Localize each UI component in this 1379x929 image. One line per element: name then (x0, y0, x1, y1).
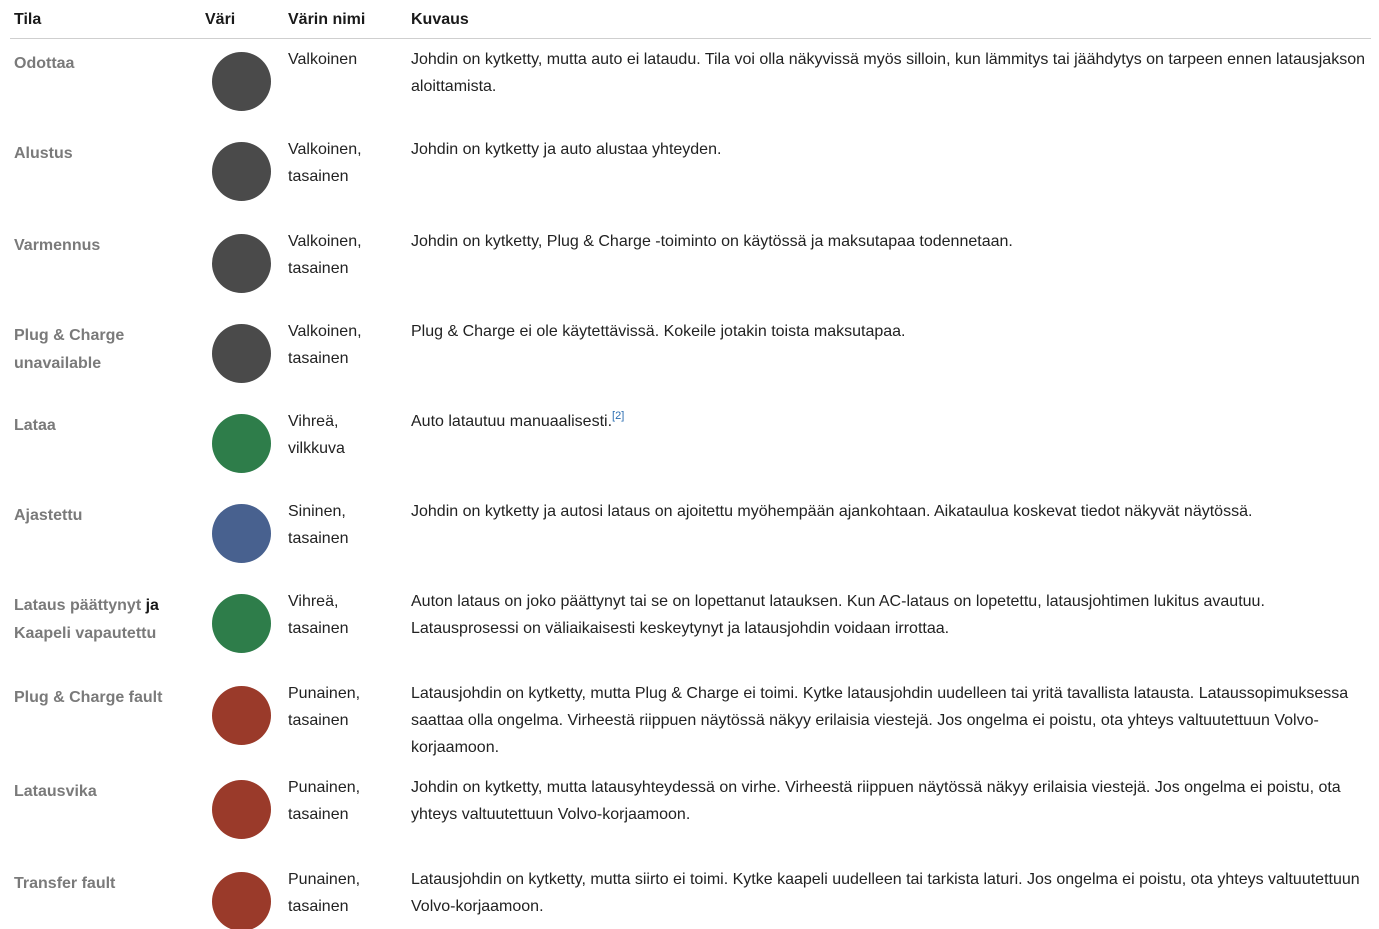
description: Latausjohdin on kytketty, mutta siirto e… (411, 871, 1360, 915)
table-header: Tila Väri Värin nimi Kuvaus (10, 0, 1371, 39)
state-label: Varmennus (14, 237, 101, 254)
table-row: Lataa Vihreä, vilkkuva Auto latautuu man… (10, 400, 1371, 490)
table-row: Varmennus Valkoinen, tasainen Johdin on … (10, 220, 1371, 310)
state-label: Odottaa (14, 55, 75, 72)
table-row: Odottaa Valkoinen Johdin on kytketty, mu… (10, 38, 1371, 128)
state-label: Lataus päättynyt ja Kaapeli vapautettu (14, 597, 159, 642)
footnote-link[interactable]: [2] (612, 410, 624, 422)
status-light-green (212, 414, 271, 473)
color-name: Vihreä, tasainen (288, 593, 349, 637)
color-name: Valkoinen, tasainen (288, 233, 362, 277)
status-light-red (212, 686, 271, 745)
header-state: Tila (14, 11, 42, 28)
description: Johdin on kytketty, Plug & Charge -toimi… (411, 233, 1013, 250)
status-light-red (212, 780, 271, 839)
description: Latausjohdin on kytketty, mutta Plug & C… (411, 685, 1349, 756)
status-light-blue (212, 504, 271, 563)
status-light-gray (212, 324, 271, 383)
table-row: Alustus Valkoinen, tasainen Johdin on ky… (10, 128, 1371, 220)
header-color-name: Värin nimi (288, 11, 366, 28)
state-label: Transfer fault (14, 875, 116, 892)
status-light-gray (212, 142, 271, 201)
table-row: Plug & Charge fault Punainen, tasainen L… (10, 672, 1371, 766)
color-name: Valkoinen, tasainen (288, 323, 362, 367)
description: Auto latautuu manuaalisesti.[2] (411, 410, 625, 431)
charging-status-table: Tila Väri Värin nimi Kuvaus Odottaa Valk… (10, 0, 1371, 929)
state-label: Alustus (14, 145, 73, 162)
description: Auton lataus on joko päättynyt tai se on… (411, 593, 1265, 637)
state-label: Latausvika (14, 783, 97, 800)
table-row: Latausvika Punainen, tasainen Johdin on … (10, 766, 1371, 858)
description: Johdin on kytketty ja auto alustaa yhtey… (411, 141, 722, 158)
description: Johdin on kytketty, mutta latausyhteydes… (411, 779, 1341, 823)
header-color: Väri (205, 11, 236, 28)
table-row: Plug & Charge unavailable Valkoinen, tas… (10, 310, 1371, 400)
description: Plug & Charge ei ole käytettävissä. Koke… (411, 323, 906, 340)
color-name: Vihreä, vilkkuva (288, 413, 345, 457)
description: Johdin on kytketty, mutta auto ei lataud… (411, 51, 1365, 95)
table-row: Ajastettu Sininen, tasainen Johdin on ky… (10, 490, 1371, 580)
color-name: Valkoinen (288, 51, 358, 68)
status-light-green (212, 594, 271, 653)
status-light-red (212, 872, 271, 929)
status-light-gray (212, 234, 271, 293)
header-description: Kuvaus (411, 11, 469, 28)
state-label: Plug & Charge unavailable (14, 327, 125, 372)
color-name: Punainen, tasainen (288, 685, 361, 729)
color-name: Punainen, tasainen (288, 779, 361, 823)
status-light-gray (212, 52, 271, 111)
description: Johdin on kytketty ja autosi lataus on a… (411, 503, 1253, 520)
state-label: Lataa (14, 417, 56, 434)
color-name: Punainen, tasainen (288, 871, 361, 915)
table-row: Transfer fault Punainen, tasainen Lataus… (10, 858, 1371, 929)
color-name: Sininen, tasainen (288, 503, 349, 547)
table-row: Lataus päättynyt ja Kaapeli vapautettu V… (10, 580, 1371, 672)
state-label: Ajastettu (14, 507, 83, 524)
state-label: Plug & Charge fault (14, 689, 163, 706)
color-name: Valkoinen, tasainen (288, 141, 362, 185)
